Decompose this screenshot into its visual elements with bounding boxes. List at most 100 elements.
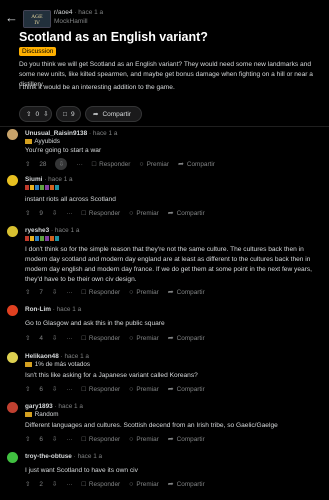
comment-header: gary1893 · hace 1 a [25,403,83,410]
share-button[interactable]: ➦ Compartir [168,334,205,343]
reply-label: Responder [88,480,121,488]
user-flair [25,235,60,242]
share-button[interactable]: ➦ Compartir [168,435,205,444]
award-icon: ○ [129,288,134,296]
flair-badge-icon [45,235,49,241]
award-button[interactable]: ○ Premiar [129,436,159,443]
award-button[interactable]: ○ Premiar [139,161,169,168]
post-flair[interactable]: Discussion [19,47,57,56]
upvote-icon[interactable]: ⇧ [25,160,30,168]
subreddit-line: r/aoe4 · hace 1 a [54,9,104,16]
share-button[interactable]: ➦ Compartir [178,160,215,169]
flair-badge-icon [55,235,59,241]
reply-button[interactable]: □ Responder [82,289,121,296]
comment-vote-count: 28 [39,160,47,168]
comment-header: Siumi · hace 1 a [25,176,73,183]
reply-icon: □ [81,209,86,217]
more-options-icon[interactable]: ··· [66,289,72,296]
comment-username[interactable]: gary1893 [25,403,53,410]
svg-text:IV: IV [34,20,40,26]
upvote-icon[interactable]: ⇧ [25,334,30,342]
user-avatar[interactable] [7,305,18,316]
award-button[interactable]: ○ Premiar [129,386,159,393]
reply-button[interactable]: □ Responder [82,210,121,217]
flair-badge-icon [35,235,39,241]
downvote-icon[interactable]: ⇩ [55,158,68,170]
user-avatar[interactable] [7,175,18,186]
divider [0,126,329,127]
downvote-icon[interactable]: ⇩ [52,288,57,296]
comment-icon: □ [63,110,67,118]
share-label: Compartir [176,288,205,296]
comment-username[interactable]: ryeshe3 [25,227,49,234]
user-avatar[interactable] [7,352,18,363]
comment-header: Helikaon48 · hace 1 a [25,353,89,360]
post-share-label: Compartir [102,110,131,118]
award-label: Premiar [136,334,159,342]
upvote-icon[interactable]: ⇧ [25,209,30,217]
award-label: Premiar [136,385,159,393]
post-author[interactable]: MockHamill [54,18,88,25]
reply-button[interactable]: □ Responder [82,436,121,443]
downvote-icon[interactable]: ⇩ [52,334,57,342]
flair-badge-icon [30,235,34,241]
flair-badge-icon [35,184,39,190]
award-button[interactable]: ○ Premiar [129,289,159,296]
post-body-paragraph-2: I think it would be an interesting addit… [19,84,175,91]
subreddit-icon[interactable]: AGE IV [23,10,51,28]
reply-button[interactable]: □ Responder [92,161,131,168]
share-button[interactable]: ➦ Compartir [168,480,205,489]
flair-badge-icon [30,184,34,190]
downvote-icon[interactable]: ⇩ [43,110,48,118]
comment-header: ryeshe3 · hace 1 a [25,227,80,234]
comment-header: troy-the-obtuse · hace 1 a [25,453,103,460]
more-options-icon[interactable]: ··· [66,335,72,342]
comment-username[interactable]: Siumi [25,176,42,183]
upvote-icon[interactable]: ⇧ [25,288,30,296]
comment-username[interactable]: Unusual_Raisin9138 [25,130,87,137]
reply-button[interactable]: □ Responder [82,335,121,342]
reply-button[interactable]: □ Responder [82,386,121,393]
more-options-icon[interactable]: ··· [66,436,72,443]
downvote-icon[interactable]: ⇩ [52,385,57,393]
comment-text: I don't think so for the simple reason t… [25,246,312,283]
downvote-icon[interactable]: ⇩ [52,480,57,488]
comment-username[interactable]: troy-the-obtuse [25,453,72,460]
more-options-icon[interactable]: ··· [66,481,72,488]
flair-badge-icon [25,184,29,190]
share-button[interactable]: ➦ Compartir [168,385,205,394]
downvote-icon[interactable]: ⇩ [52,209,57,217]
share-icon: ➦ [167,210,174,217]
reply-button[interactable]: □ Responder [82,481,121,488]
flair-badge-icon [50,235,54,241]
comment-vote-count: 9 [39,209,43,217]
post-share-button[interactable]: ➦ Compartir [85,106,142,122]
user-avatar[interactable] [7,402,18,413]
comment-username[interactable]: Ron-Lim [25,306,51,313]
downvote-icon[interactable]: ⇩ [52,435,57,443]
comment-text: instant riots all across Scotland [25,196,116,203]
upvote-icon[interactable]: ⇧ [25,435,30,443]
post-comments-button[interactable]: □ 9 [56,106,81,122]
award-icon: ○ [129,209,134,217]
flair-badge-icon [40,184,44,190]
user-avatar[interactable] [7,129,18,140]
upvote-icon[interactable]: ⇧ [25,480,30,488]
award-button[interactable]: ○ Premiar [129,210,159,217]
user-avatar[interactable] [7,226,18,237]
more-options-icon[interactable]: ··· [76,161,82,168]
upvote-icon[interactable]: ⇧ [26,110,31,118]
reply-icon: □ [81,435,86,443]
award-button[interactable]: ○ Premiar [129,481,159,488]
more-options-icon[interactable]: ··· [66,210,72,217]
subreddit-name[interactable]: r/aoe4 [54,9,72,16]
comment-time: hace 1 a [54,227,80,234]
back-arrow-icon[interactable]: ← [5,11,19,25]
award-button[interactable]: ○ Premiar [129,335,159,342]
user-avatar[interactable] [7,452,18,463]
more-options-icon[interactable]: ··· [66,386,72,393]
upvote-icon[interactable]: ⇧ [25,385,30,393]
share-button[interactable]: ➦ Compartir [168,288,205,297]
comment-username[interactable]: Helikaon48 [25,353,59,360]
share-button[interactable]: ➦ Compartir [167,209,205,218]
